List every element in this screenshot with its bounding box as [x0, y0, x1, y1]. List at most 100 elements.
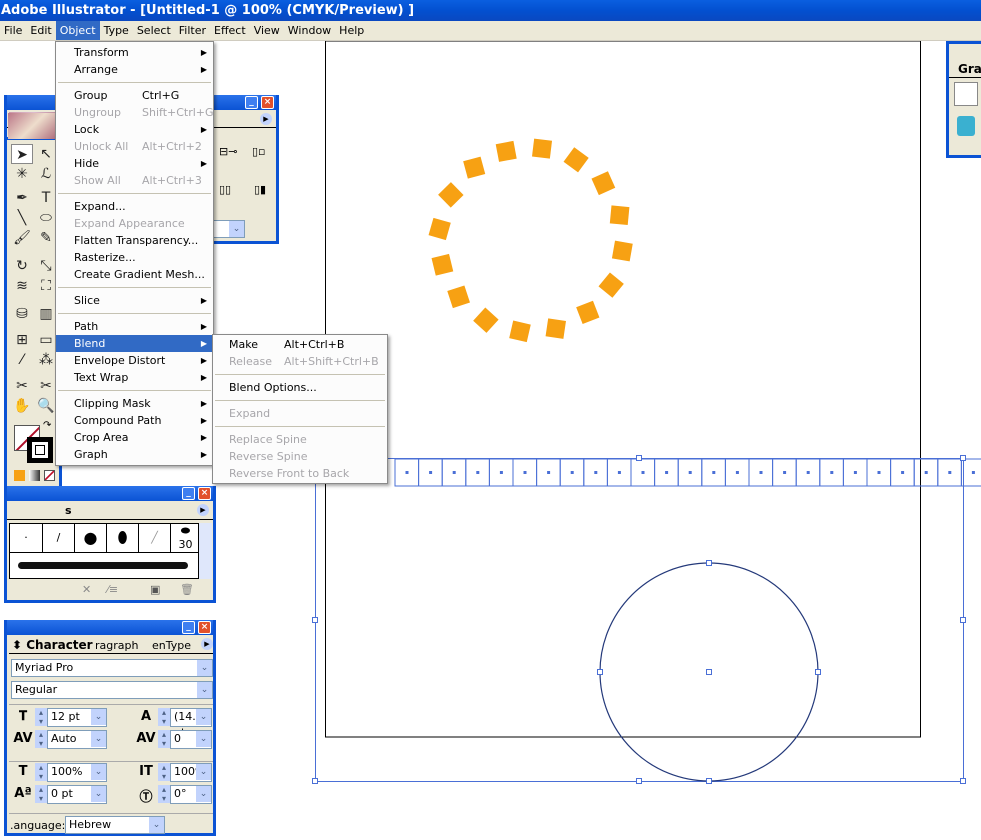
graphic-style-default[interactable] [954, 82, 978, 106]
pencil-tool[interactable]: ✎ [35, 228, 57, 248]
font-family-select[interactable]: Myriad Pro ⌄ [11, 659, 213, 677]
none-button[interactable] [44, 470, 55, 481]
gradient-button[interactable] [29, 470, 40, 481]
menu-item-lock[interactable]: Lock ▶ [56, 121, 213, 138]
menu-item-replace-spine[interactable]: Replace Spine [213, 431, 387, 448]
lasso-tool[interactable]: ℒ [35, 164, 57, 184]
chevron-down-icon[interactable]: ⌄ [229, 221, 244, 237]
scissors-tool[interactable]: ✂ [35, 376, 57, 396]
brush[interactable]: ⬬ 30 [171, 524, 200, 552]
leading-field[interactable]: (14.4 pt⌄ [170, 708, 212, 739]
eyedropper-tool[interactable]: ⁄ [11, 350, 33, 370]
menu-item-expand-appearance[interactable]: Expand Appearance [56, 215, 213, 232]
type-tool[interactable]: T [35, 188, 57, 208]
swap-icon[interactable]: ↷ [43, 420, 51, 431]
paintbrush-tool[interactable]: 🖌 [11, 228, 33, 248]
brush[interactable]: ⬮ [107, 524, 139, 552]
align-icon[interactable]: ▯▫ [252, 145, 266, 158]
color-button[interactable] [14, 470, 25, 481]
menu-select[interactable]: Select [133, 21, 175, 40]
zoom-tool[interactable]: 🔍 [35, 396, 57, 416]
new-brush-icon[interactable]: ▣ [150, 583, 160, 596]
menu-item-crop-area[interactable]: Crop Area ▶ [56, 429, 213, 446]
close-button[interactable]: × [261, 96, 274, 109]
menu-item-blend-options[interactable]: Blend Options... [213, 379, 387, 396]
menu-item-arrange[interactable]: Arrange ▶ [56, 61, 213, 78]
menu-edit[interactable]: Edit [26, 21, 55, 40]
scissors-knife-tool[interactable]: ✂ [11, 376, 33, 396]
menu-effect[interactable]: Effect [210, 21, 250, 40]
menu-item-flatten-transparency[interactable]: Flatten Transparency... [56, 232, 213, 249]
stepper[interactable]: ▴ ▾ [35, 730, 47, 748]
rotation-field[interactable]: 0° ⌄ [170, 785, 212, 804]
brush[interactable]: · [10, 524, 43, 552]
brush[interactable]: ╱ [139, 524, 171, 552]
warp-tool[interactable]: ≋ [11, 276, 33, 296]
menu-view[interactable]: View [250, 21, 284, 40]
menu-item-blend[interactable]: Blend ▶ [56, 335, 213, 352]
menu-item-compound-path[interactable]: Compound Path ▶ [56, 412, 213, 429]
size-field[interactable]: 12 pt ⌄ [47, 708, 107, 727]
language-select[interactable]: Hebrew ⌄ [65, 816, 165, 834]
blend-tool[interactable]: ⁂ [35, 350, 57, 370]
minimize-button[interactable]: _ [182, 487, 195, 500]
tab-opentype[interactable]: enType [152, 639, 191, 652]
vscale-field[interactable]: 100% ⌄ [170, 763, 212, 782]
line-tool[interactable]: ╲ [11, 208, 33, 228]
scrollbar[interactable] [199, 523, 212, 579]
menu-item-slice[interactable]: Slice ▶ [56, 292, 213, 309]
menu-item-ungroup[interactable]: Ungroup Shift+Ctrl+G [56, 104, 214, 121]
ellipse-tool[interactable]: ⬭ [35, 208, 57, 228]
free-transform-tool[interactable]: ⛶ [35, 276, 57, 296]
menu-item-show-all[interactable]: Show All Alt+Ctrl+3 [56, 172, 213, 189]
kerning-field[interactable]: Auto ⌄ [47, 730, 107, 749]
brush-list[interactable]: · / ● ⬮ ╱ ⬬ 30 [9, 523, 200, 579]
align-icon[interactable]: ⊟⊸ [219, 145, 237, 158]
menu-type[interactable]: Type [100, 21, 133, 40]
menu-filter[interactable]: Filter [175, 21, 210, 40]
menu-item-release[interactable]: Release Alt+Shift+Ctrl+B [213, 353, 387, 370]
tab-gradient[interactable]: Gra [958, 62, 981, 76]
menu-file[interactable]: File [0, 21, 26, 40]
stepper[interactable]: ▴ ▾ [35, 708, 47, 726]
stepper[interactable]: ▴ ▾ [158, 785, 170, 803]
menu-item-expand[interactable]: Expand [213, 405, 387, 422]
menu-item-path[interactable]: Path ▶ [56, 318, 213, 335]
pen-tool[interactable]: ✒ [11, 188, 33, 208]
symbol-sprayer-tool[interactable]: ⛁ [11, 304, 33, 324]
tab-paragraph[interactable]: ragraph [95, 639, 138, 652]
stroke-swatch[interactable] [27, 437, 53, 463]
menu-item-clipping-mask[interactable]: Clipping Mask ▶ [56, 395, 213, 412]
tracking-field[interactable]: 0 ⌄ [170, 730, 212, 749]
menu-item-unlock-all[interactable]: Unlock All Alt+Ctrl+2 [56, 138, 213, 155]
menu-item-create-gradient-mesh[interactable]: Create Gradient Mesh... [56, 266, 213, 283]
menu-item-envelope-distort[interactable]: Envelope Distort ▶ [56, 352, 213, 369]
panel-menu-icon[interactable]: ▶ [260, 113, 272, 125]
menu-item-hide[interactable]: Hide ▶ [56, 155, 213, 172]
menu-item-graph[interactable]: Graph ▶ [56, 446, 213, 463]
close-button[interactable]: × [198, 487, 211, 500]
brush[interactable]: ● [75, 524, 107, 552]
hscale-field[interactable]: 100% ⌄ [47, 763, 107, 782]
minimize-button[interactable]: _ [245, 96, 258, 109]
stepper[interactable]: ▴ ▾ [35, 785, 47, 803]
hand-tool[interactable]: ✋ [11, 396, 33, 416]
rotate-tool[interactable]: ↻ [11, 256, 33, 276]
mesh-tool[interactable]: ⊞ [11, 330, 33, 350]
menu-object[interactable]: Object [55, 21, 100, 40]
direct-selection-tool[interactable]: ↖ [35, 144, 57, 164]
menu-item-transform[interactable]: Transform ▶ [56, 44, 213, 61]
graphic-style-swatch[interactable] [957, 116, 975, 136]
baseline-field[interactable]: 0 pt ⌄ [47, 785, 107, 804]
art-brush[interactable] [18, 562, 188, 569]
menu-item-make[interactable]: Make Alt+Ctrl+B [213, 336, 387, 353]
tab-character[interactable]: ⬍ Character [12, 638, 93, 652]
panel-menu-icon[interactable]: ▶ [197, 504, 209, 516]
magic-wand-tool[interactable]: ✳ [11, 164, 33, 184]
scale-tool[interactable]: ⤡ [35, 256, 57, 276]
brush[interactable]: / [43, 524, 75, 552]
trash-icon[interactable]: 🗑 [180, 583, 194, 596]
minimize-button[interactable]: _ [182, 621, 195, 634]
selection-tool[interactable]: ➤ [11, 144, 33, 164]
brushes-tab[interactable]: s [65, 504, 72, 517]
